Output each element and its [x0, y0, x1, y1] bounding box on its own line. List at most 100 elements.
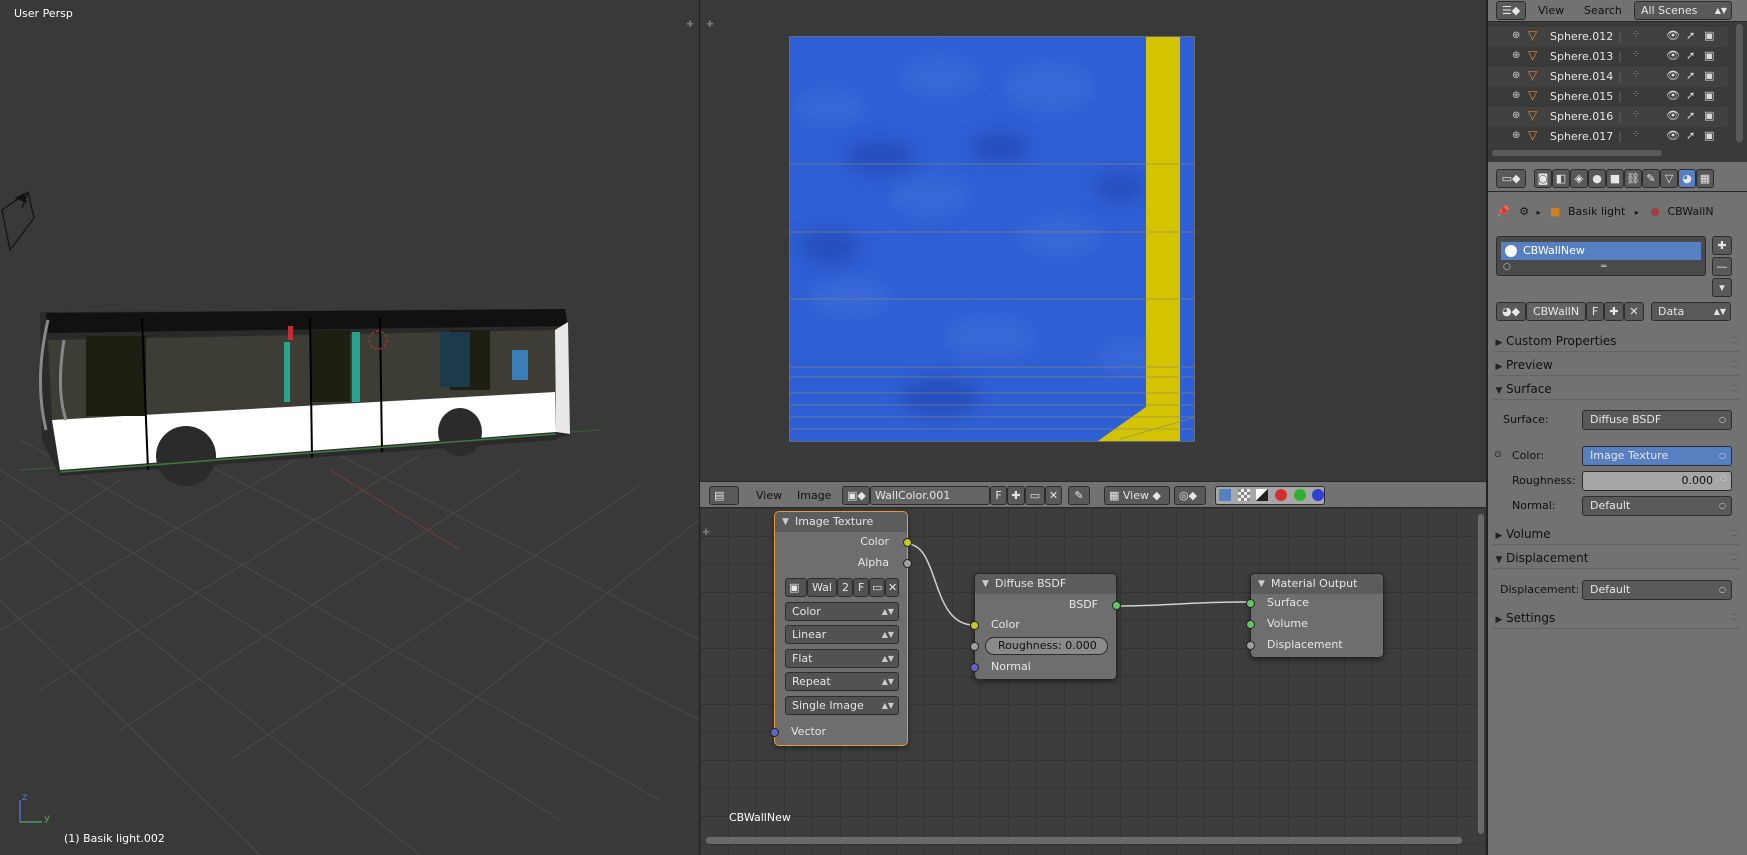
texture-image[interactable] — [789, 36, 1195, 442]
outliner-item-name[interactable]: Sphere.016 — [1550, 110, 1613, 123]
green-channel-icon[interactable] — [1294, 489, 1306, 501]
collapse-triangle-icon[interactable]: ▼ — [982, 574, 989, 594]
expand-icon[interactable]: ⊕ — [1512, 70, 1520, 81]
collapse-triangle-icon[interactable]: ▼ — [1258, 574, 1265, 594]
area-split-corner[interactable]: ✚ — [705, 20, 715, 30]
material-slots-list[interactable]: CBWallNew ═ ○ — [1496, 236, 1706, 276]
outliner-menu-search[interactable]: Search — [1584, 1, 1622, 21]
image-unlink-icon[interactable]: ✕ — [885, 578, 899, 597]
image-users-count[interactable]: 2 — [837, 578, 853, 597]
selectable-cursor-icon[interactable]: ➚ — [1686, 29, 1695, 42]
material-link-select[interactable]: Data ▲▼ — [1651, 302, 1731, 321]
render-camera-icon[interactable]: ▣ — [1704, 29, 1714, 42]
outliner-item-name[interactable]: Sphere.015 — [1550, 90, 1613, 103]
outliner-item[interactable]: ⊕ ▽ Sphere.017 | ⁘ 👁 ➚ ▣ — [1488, 127, 1728, 147]
outliner-menu-view[interactable]: View — [1538, 1, 1564, 21]
normal-input-select[interactable]: Default ○ — [1582, 496, 1732, 516]
image-open-icon[interactable]: ▭ — [869, 578, 885, 597]
scene-tab-icon[interactable]: ◈ — [1570, 169, 1588, 188]
pivot-select[interactable]: ◎◆ — [1174, 486, 1206, 505]
fake-user-toggle[interactable]: F — [990, 486, 1007, 505]
outliner[interactable]: ☰◆ View Search All Scenes ▲▼ ⊕ ▽ Sphere.01… — [1488, 0, 1747, 162]
render-camera-icon[interactable]: ▣ — [1704, 129, 1714, 142]
expand-icon[interactable]: ⊕ — [1512, 110, 1520, 121]
view-mode-select[interactable]: ▦ View ◆ — [1104, 486, 1170, 505]
surface-input-socket[interactable] — [1246, 599, 1255, 608]
render-camera-icon[interactable]: ▣ — [1704, 109, 1714, 122]
material-tab-icon[interactable]: ◕ — [1678, 169, 1696, 188]
image-texture-node[interactable]: ▼ Image Texture Color Alpha ▣ Wal 2 F ▭ ✕… — [770, 511, 912, 746]
outliner-vscrollbar[interactable] — [1736, 24, 1743, 142]
expand-icon[interactable]: ⊕ — [1512, 50, 1520, 61]
add-slot-icon[interactable]: ✚ — [1712, 236, 1732, 255]
material-output-node[interactable]: ▼ Material Output Surface Volume Displace… — [1246, 573, 1384, 658]
image-name-field[interactable]: WallColor.001 — [870, 486, 990, 505]
collapse-triangle-icon[interactable]: ▼ — [782, 512, 789, 532]
material-slot-item[interactable]: CBWallNew — [1501, 242, 1701, 260]
world-tab-icon[interactable]: ● — [1588, 169, 1606, 188]
panel-displacement[interactable]: ▼ Displacement ⁚⁚⁚⁚ — [1492, 547, 1740, 569]
visibility-eye-icon[interactable]: 👁 — [1666, 129, 1680, 142]
outliner-item[interactable]: ⊕ ▽ Sphere.014 | ⁘ 👁 ➚ ▣ — [1488, 67, 1728, 87]
pin-icon[interactable]: ✎ — [1068, 486, 1090, 505]
list-filter-icon[interactable]: ○ — [1503, 262, 1511, 272]
outliner-item-name[interactable]: Sphere.013 — [1550, 50, 1613, 63]
color-alpha-icon[interactable] — [1219, 489, 1231, 501]
render-camera-icon[interactable]: ▣ — [1704, 69, 1714, 82]
uv-image-editor[interactable]: ✚ — [700, 0, 1487, 481]
constraints-tab-icon[interactable]: ⛓ — [1624, 169, 1642, 188]
blue-channel-icon[interactable] — [1312, 489, 1324, 501]
material-fake-user[interactable]: F — [1586, 302, 1604, 321]
outliner-display-mode-select[interactable]: All Scenes ▲▼ — [1634, 1, 1732, 20]
image-browse-icon[interactable]: ▣ — [785, 578, 807, 597]
vector-input-socket[interactable] — [770, 728, 779, 737]
drag-grip-icon[interactable]: ⁚⁚⁚⁚ — [1731, 378, 1740, 400]
volume-input-socket[interactable] — [1246, 620, 1255, 629]
source-select[interactable]: Single Image ▲▼ — [785, 696, 899, 715]
list-resize-icon[interactable]: ═ — [1601, 262, 1606, 272]
selectable-cursor-icon[interactable]: ➚ — [1686, 109, 1695, 122]
outliner-item[interactable]: ⊕ ▽ Sphere.016 | ⁘ 👁 ➚ ▣ — [1488, 107, 1728, 127]
roughness-field[interactable]: Roughness: 0.000 — [985, 637, 1108, 655]
drag-grip-icon[interactable]: ⁚⁚⁚⁚ — [1731, 523, 1740, 545]
z-buffer-icon[interactable] — [1256, 489, 1268, 501]
alpha-output-socket[interactable] — [903, 559, 912, 568]
visibility-eye-icon[interactable]: 👁 — [1666, 109, 1680, 122]
visibility-eye-icon[interactable]: 👁 — [1666, 89, 1680, 102]
selectable-cursor-icon[interactable]: ➚ — [1686, 69, 1695, 82]
panel-preview[interactable]: ▶ Preview ⁚⁚⁚⁚ — [1492, 354, 1740, 376]
color-input-socket[interactable] — [970, 621, 979, 630]
properties-editor-type[interactable]: ▭◆ — [1496, 169, 1526, 188]
3d-viewport[interactable]: User Persp z y (1) Basik light.002 ✚ — [0, 0, 699, 855]
material-unlink-icon[interactable]: ✕ — [1624, 302, 1644, 321]
selectable-cursor-icon[interactable]: ➚ — [1686, 89, 1695, 102]
image-short-name[interactable]: Wal — [807, 578, 837, 597]
expand-icon[interactable]: ⊕ — [1512, 30, 1520, 41]
panel-custom-properties[interactable]: ▶ Custom Properties ⁚⁚⁚⁚ — [1492, 330, 1740, 352]
outliner-hscrollbar[interactable] — [1492, 150, 1662, 156]
displacement-input-select[interactable]: Default ○ — [1582, 580, 1732, 600]
node-title[interactable]: ▼ Material Output — [1251, 574, 1383, 594]
unlink-image-icon[interactable]: ✕ — [1045, 486, 1062, 505]
object-tab-icon[interactable]: ■ — [1606, 169, 1624, 188]
color-space-select[interactable]: Color ▲▼ — [785, 602, 899, 621]
red-channel-icon[interactable] — [1275, 489, 1287, 501]
alpha-icon[interactable] — [1238, 489, 1250, 501]
expand-icon[interactable]: ⊕ — [1512, 90, 1520, 101]
remove-slot-icon[interactable]: — — [1712, 257, 1732, 276]
render-camera-icon[interactable]: ▣ — [1704, 49, 1714, 62]
image-browse-button[interactable]: ▣◆ — [842, 486, 870, 505]
color-link-icon[interactable]: ⊙ — [1494, 450, 1502, 460]
outliner-item-name[interactable]: Sphere.014 — [1550, 70, 1613, 83]
outliner-item-name[interactable]: Sphere.012 — [1550, 30, 1613, 43]
displacement-input-socket[interactable] — [1246, 641, 1255, 650]
roughness-link-icon[interactable]: ○ — [1720, 473, 1727, 482]
node-title[interactable]: ▼ Image Texture — [775, 512, 907, 532]
panel-surface[interactable]: ▼ Surface ⁚⁚⁚⁚ — [1492, 378, 1740, 400]
diffuse-bsdf-node[interactable]: ▼ Diffuse BSDF BSDF Color Roughness: 0.00… — [970, 573, 1121, 680]
surface-shader-select[interactable]: Diffuse BSDF ○ — [1582, 410, 1732, 430]
visibility-eye-icon[interactable]: 👁 — [1666, 49, 1680, 62]
pin-icon[interactable]: 📌 — [1496, 205, 1510, 218]
color-output-socket[interactable] — [903, 538, 912, 547]
drag-grip-icon[interactable]: ⁚⁚⁚⁚ — [1731, 607, 1740, 629]
